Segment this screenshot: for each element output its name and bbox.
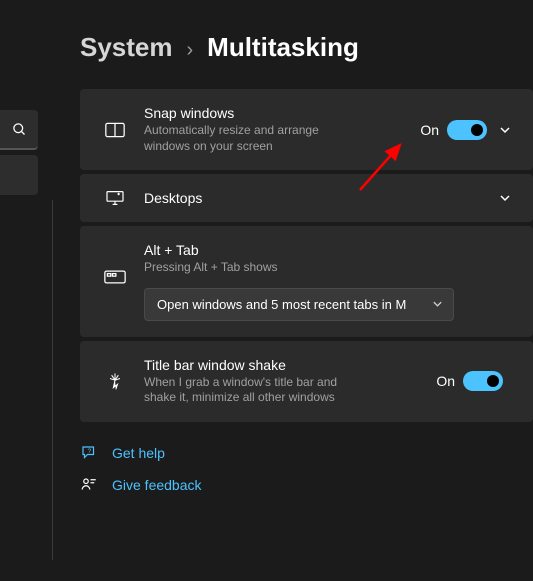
snap-windows-panel[interactable]: Snap windows Automatically resize and ar…: [80, 89, 533, 170]
search-icon: [12, 122, 27, 137]
feedback-icon: [80, 476, 98, 494]
get-help-label: Get help: [112, 445, 165, 461]
snap-windows-title: Snap windows: [144, 105, 410, 121]
chevron-down-icon: [499, 124, 511, 136]
breadcrumb-current: Multitasking: [207, 32, 359, 63]
give-feedback-label: Give feedback: [112, 477, 202, 493]
content-area: System › Multitasking Snap windows Autom…: [80, 32, 533, 508]
help-icon: ?: [80, 444, 98, 462]
get-help-link[interactable]: ? Get help: [80, 444, 533, 462]
snap-windows-icon: [105, 122, 125, 138]
desktops-panel[interactable]: Desktops: [80, 174, 533, 222]
expand-button[interactable]: [497, 190, 513, 206]
alt-tab-dropdown[interactable]: Open windows and 5 most recent tabs in M: [144, 288, 454, 321]
svg-text:?: ?: [88, 448, 92, 455]
window-shake-subtitle: When I grab a window's title bar and sha…: [144, 375, 364, 406]
alt-tab-subtitle: Pressing Alt + Tab shows: [144, 260, 384, 276]
nav-active-item[interactable]: [0, 155, 38, 195]
window-shake-panel: Title bar window shake When I grab a win…: [80, 341, 533, 422]
breadcrumb: System › Multitasking: [80, 32, 533, 63]
chevron-down-icon: [499, 192, 511, 204]
chevron-down-icon: [432, 299, 443, 310]
alt-tab-icon: [104, 270, 126, 284]
footer-links: ? Get help Give feedback: [80, 444, 533, 494]
desktops-title: Desktops: [144, 190, 487, 206]
window-shake-toggle[interactable]: [463, 371, 503, 391]
window-shake-icon: [105, 371, 125, 391]
give-feedback-link[interactable]: Give feedback: [80, 476, 533, 494]
left-rail: [0, 0, 38, 581]
breadcrumb-parent[interactable]: System: [80, 32, 173, 63]
expand-button[interactable]: [497, 122, 513, 138]
alt-tab-dropdown-value: Open windows and 5 most recent tabs in M: [157, 297, 406, 312]
snap-windows-subtitle: Automatically resize and arrange windows…: [144, 123, 324, 154]
window-shake-title: Title bar window shake: [144, 357, 426, 373]
section-divider: [52, 200, 53, 560]
chevron-right-icon: ›: [187, 39, 194, 62]
alt-tab-panel: Alt + Tab Pressing Alt + Tab shows Open …: [80, 226, 533, 337]
alt-tab-title: Alt + Tab: [144, 242, 503, 258]
desktops-icon: [105, 190, 125, 206]
snap-windows-status: On: [420, 122, 439, 138]
window-shake-status: On: [436, 373, 455, 389]
snap-windows-toggle[interactable]: [447, 120, 487, 140]
search-button[interactable]: [0, 110, 38, 150]
